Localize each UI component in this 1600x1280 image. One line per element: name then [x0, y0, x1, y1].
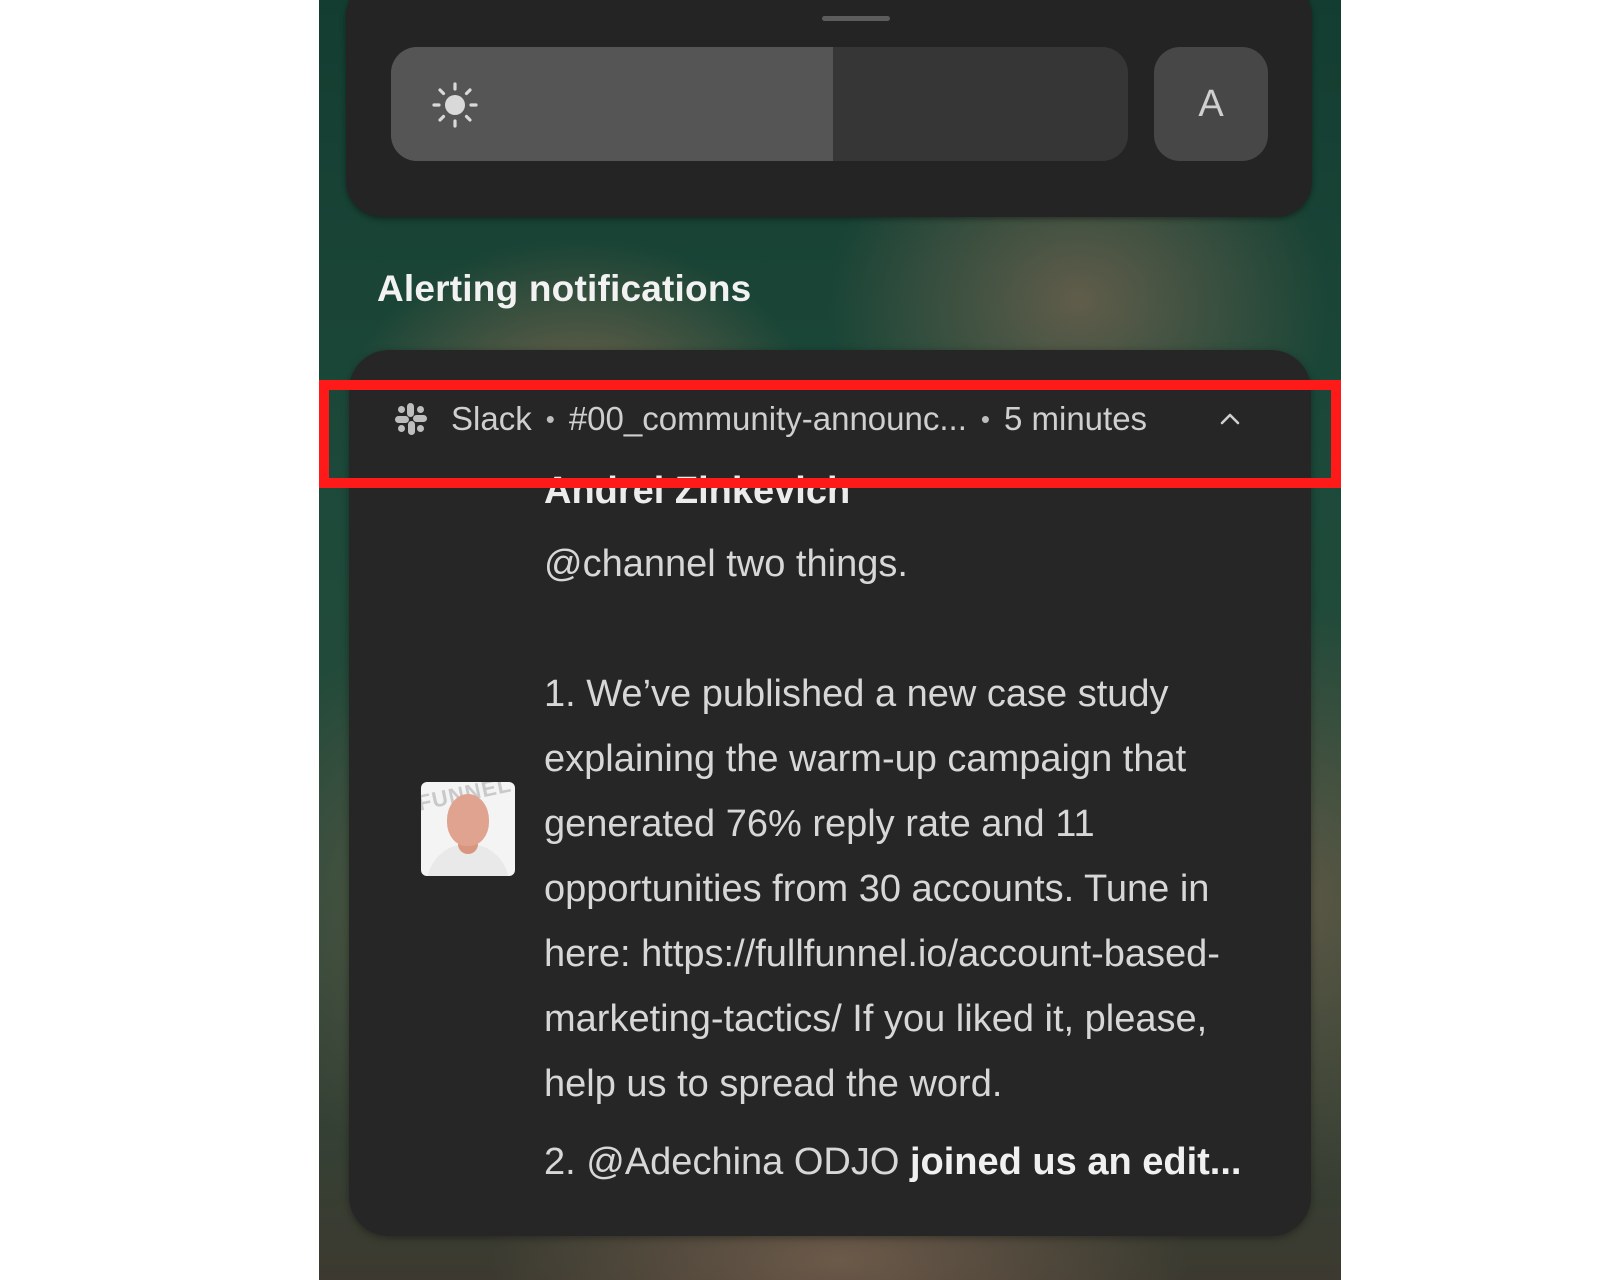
quick-settings-panel: A [346, 0, 1312, 217]
sender-name: Andrei Zinkevich [544, 470, 851, 512]
avatar: FUNNEL [421, 782, 515, 876]
separator-dot: • [980, 404, 990, 434]
avatar-head [447, 794, 489, 846]
message-tail: 2. @Adechina ODJO joined us an edit... [544, 1141, 1241, 1184]
app-name: Slack [451, 400, 532, 437]
notification-time: 5 minutes [1003, 400, 1148, 437]
separator-dot: • [545, 404, 555, 434]
brightness-slider[interactable] [391, 47, 1128, 161]
auto-brightness-button[interactable]: A [1154, 47, 1268, 161]
message-tail-text: 2. @Adechina ODJO [544, 1141, 910, 1183]
section-title: Alerting notifications [377, 268, 752, 309]
notification-header[interactable]: Slack • #00_community-announc... • 5 min… [349, 380, 1311, 458]
message-tail-bold-text: joined us an edit... [909, 1141, 1242, 1183]
slack-icon [395, 403, 427, 435]
drag-handle[interactable] [822, 16, 890, 21]
channel-name: #00_community-announc... [568, 400, 967, 437]
chevron-up-icon[interactable] [1219, 408, 1241, 430]
notification-shade: A Alerting notifications Slack • #00_com… [319, 0, 1341, 1280]
notification-header-text: Slack • #00_community-announc... • 5 min… [451, 380, 1147, 458]
message-body: @channel two things. 1. We’ve published … [544, 543, 1220, 1105]
slack-notification-card[interactable]: Slack • #00_community-announc... • 5 min… [349, 350, 1311, 1236]
sun-icon [432, 82, 478, 128]
